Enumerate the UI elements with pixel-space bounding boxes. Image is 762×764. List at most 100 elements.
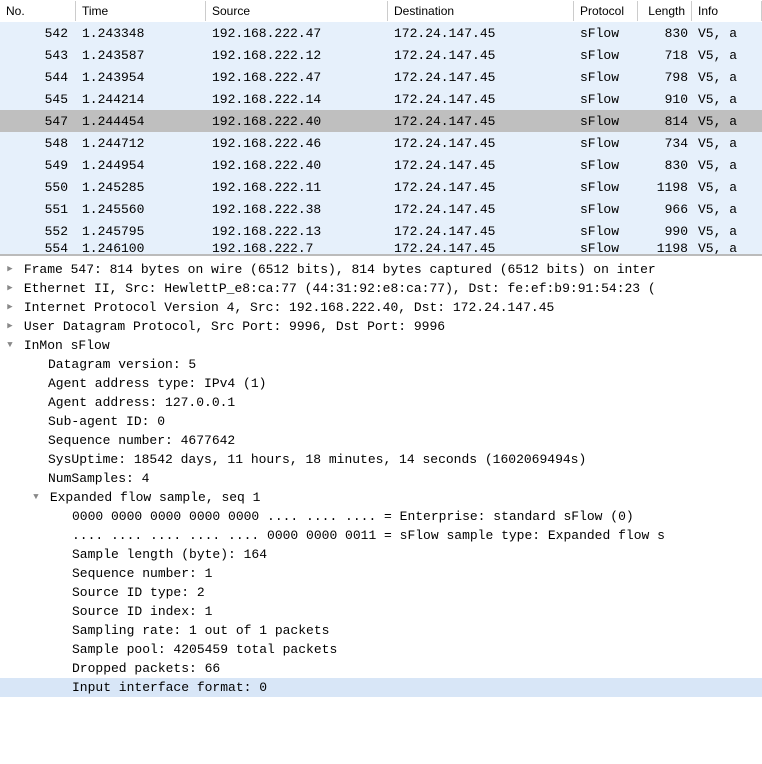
tree-udp-label: User Datagram Protocol, Src Port: 9996, …	[24, 319, 445, 334]
cell-no: 551	[0, 200, 76, 219]
chevron-right-icon: ▶	[4, 317, 16, 336]
tree-agent-addr-type[interactable]: Agent address type: IPv4 (1)	[0, 374, 762, 393]
cell-no: 549	[0, 156, 76, 175]
cell-no: 542	[0, 24, 76, 43]
cell-length: 910	[638, 90, 692, 109]
col-header-length[interactable]: Length	[638, 1, 692, 21]
cell-time: 1.243954	[76, 68, 206, 87]
col-header-no[interactable]: No.	[0, 1, 76, 21]
col-header-protocol[interactable]: Protocol	[574, 1, 638, 21]
tree-udp[interactable]: ▶ User Datagram Protocol, Src Port: 9996…	[0, 317, 762, 336]
cell-time: 1.245560	[76, 200, 206, 219]
cell-protocol: sFlow	[574, 200, 638, 219]
tree-sub-agent[interactable]: Sub-agent ID: 0	[0, 412, 762, 431]
cell-length: 1198	[638, 242, 692, 254]
cell-source: 192.168.222.7	[206, 242, 388, 254]
cell-source: 192.168.222.14	[206, 90, 388, 109]
tree-enterprise[interactable]: 0000 0000 0000 0000 0000 .... .... .... …	[0, 507, 762, 526]
cell-length: 814	[638, 112, 692, 131]
tree-sample-pool[interactable]: Sample pool: 4205459 total packets	[0, 640, 762, 659]
tree-input-interface[interactable]: Input interface format: 0	[0, 678, 762, 697]
cell-info: V5, a	[692, 242, 762, 254]
tree-source-id-index[interactable]: Source ID index: 1	[0, 602, 762, 621]
cell-info: V5, a	[692, 134, 762, 153]
tree-source-id-type[interactable]: Source ID type: 2	[0, 583, 762, 602]
cell-protocol: sFlow	[574, 68, 638, 87]
col-header-source[interactable]: Source	[206, 1, 388, 21]
tree-sequence-number[interactable]: Sequence number: 4677642	[0, 431, 762, 450]
tree-sflow[interactable]: ▼ InMon sFlow	[0, 336, 762, 355]
tree-ip-label: Internet Protocol Version 4, Src: 192.16…	[24, 300, 555, 315]
packet-row[interactable]: 5521.245795192.168.222.13172.24.147.45sF…	[0, 220, 762, 242]
packet-row[interactable]: 5431.243587192.168.222.12172.24.147.45sF…	[0, 44, 762, 66]
tree-dropped[interactable]: Dropped packets: 66	[0, 659, 762, 678]
cell-time: 1.244712	[76, 134, 206, 153]
tree-ip[interactable]: ▶ Internet Protocol Version 4, Src: 192.…	[0, 298, 762, 317]
tree-sflow-label: InMon sFlow	[24, 338, 110, 353]
cell-time: 1.245795	[76, 222, 206, 241]
packet-row[interactable]: 5541.246100192.168.222.7172.24.147.45sFl…	[0, 242, 762, 254]
cell-protocol: sFlow	[574, 112, 638, 131]
tree-numsamples[interactable]: NumSamples: 4	[0, 469, 762, 488]
cell-info: V5, a	[692, 178, 762, 197]
cell-destination: 172.24.147.45	[388, 200, 574, 219]
packet-rows: 5421.243348192.168.222.47172.24.147.45sF…	[0, 22, 762, 254]
cell-source: 192.168.222.12	[206, 46, 388, 65]
cell-destination: 172.24.147.45	[388, 90, 574, 109]
cell-info: V5, a	[692, 222, 762, 241]
tree-expanded-sample-label: Expanded flow sample, seq 1	[50, 490, 261, 505]
packet-row[interactable]: 5491.244954192.168.222.40172.24.147.45sF…	[0, 154, 762, 176]
packet-row[interactable]: 5451.244214192.168.222.14172.24.147.45sF…	[0, 88, 762, 110]
packet-row[interactable]: 5501.245285192.168.222.11172.24.147.45sF…	[0, 176, 762, 198]
cell-no: 545	[0, 90, 76, 109]
cell-length: 1198	[638, 178, 692, 197]
cell-info: V5, a	[692, 156, 762, 175]
packet-row[interactable]: 5421.243348192.168.222.47172.24.147.45sF…	[0, 22, 762, 44]
cell-destination: 172.24.147.45	[388, 24, 574, 43]
packet-list-header[interactable]: No. Time Source Destination Protocol Len…	[0, 0, 762, 22]
tree-expanded-sample[interactable]: ▼ Expanded flow sample, seq 1	[0, 488, 762, 507]
cell-time: 1.243348	[76, 24, 206, 43]
tree-seq-num-2[interactable]: Sequence number: 1	[0, 564, 762, 583]
tree-ethernet[interactable]: ▶ Ethernet II, Src: HewlettP_e8:ca:77 (4…	[0, 279, 762, 298]
col-header-time[interactable]: Time	[76, 1, 206, 21]
col-header-destination[interactable]: Destination	[388, 1, 574, 21]
cell-protocol: sFlow	[574, 90, 638, 109]
packet-details-pane: ▶ Frame 547: 814 bytes on wire (6512 bit…	[0, 256, 762, 701]
packet-row[interactable]: 5471.244454192.168.222.40172.24.147.45sF…	[0, 110, 762, 132]
cell-destination: 172.24.147.45	[388, 178, 574, 197]
cell-source: 192.168.222.11	[206, 178, 388, 197]
cell-protocol: sFlow	[574, 134, 638, 153]
cell-length: 966	[638, 200, 692, 219]
tree-eth-label: Ethernet II, Src: HewlettP_e8:ca:77 (44:…	[24, 281, 656, 296]
cell-destination: 172.24.147.45	[388, 46, 574, 65]
tree-frame[interactable]: ▶ Frame 547: 814 bytes on wire (6512 bit…	[0, 260, 762, 279]
tree-sysuptime[interactable]: SysUptime: 18542 days, 11 hours, 18 minu…	[0, 450, 762, 469]
tree-sampling-rate[interactable]: Sampling rate: 1 out of 1 packets	[0, 621, 762, 640]
packet-row[interactable]: 5441.243954192.168.222.47172.24.147.45sF…	[0, 66, 762, 88]
cell-length: 798	[638, 68, 692, 87]
tree-agent-addr[interactable]: Agent address: 127.0.0.1	[0, 393, 762, 412]
cell-no: 552	[0, 222, 76, 241]
cell-destination: 172.24.147.45	[388, 112, 574, 131]
packet-row[interactable]: 5511.245560192.168.222.38172.24.147.45sF…	[0, 198, 762, 220]
cell-length: 718	[638, 46, 692, 65]
chevron-right-icon: ▶	[4, 298, 16, 317]
tree-sample-length[interactable]: Sample length (byte): 164	[0, 545, 762, 564]
tree-frame-label: Frame 547: 814 bytes on wire (6512 bits)…	[24, 262, 656, 277]
tree-sample-type[interactable]: .... .... .... .... .... 0000 0000 0011 …	[0, 526, 762, 545]
cell-info: V5, a	[692, 24, 762, 43]
cell-protocol: sFlow	[574, 46, 638, 65]
col-header-info[interactable]: Info	[692, 1, 762, 21]
cell-source: 192.168.222.40	[206, 156, 388, 175]
cell-source: 192.168.222.47	[206, 68, 388, 87]
chevron-down-icon: ▼	[30, 488, 42, 507]
cell-protocol: sFlow	[574, 178, 638, 197]
cell-time: 1.244214	[76, 90, 206, 109]
chevron-right-icon: ▶	[4, 279, 16, 298]
cell-protocol: sFlow	[574, 24, 638, 43]
tree-datagram-version[interactable]: Datagram version: 5	[0, 355, 762, 374]
cell-time: 1.245285	[76, 178, 206, 197]
packet-row[interactable]: 5481.244712192.168.222.46172.24.147.45sF…	[0, 132, 762, 154]
cell-length: 830	[638, 24, 692, 43]
